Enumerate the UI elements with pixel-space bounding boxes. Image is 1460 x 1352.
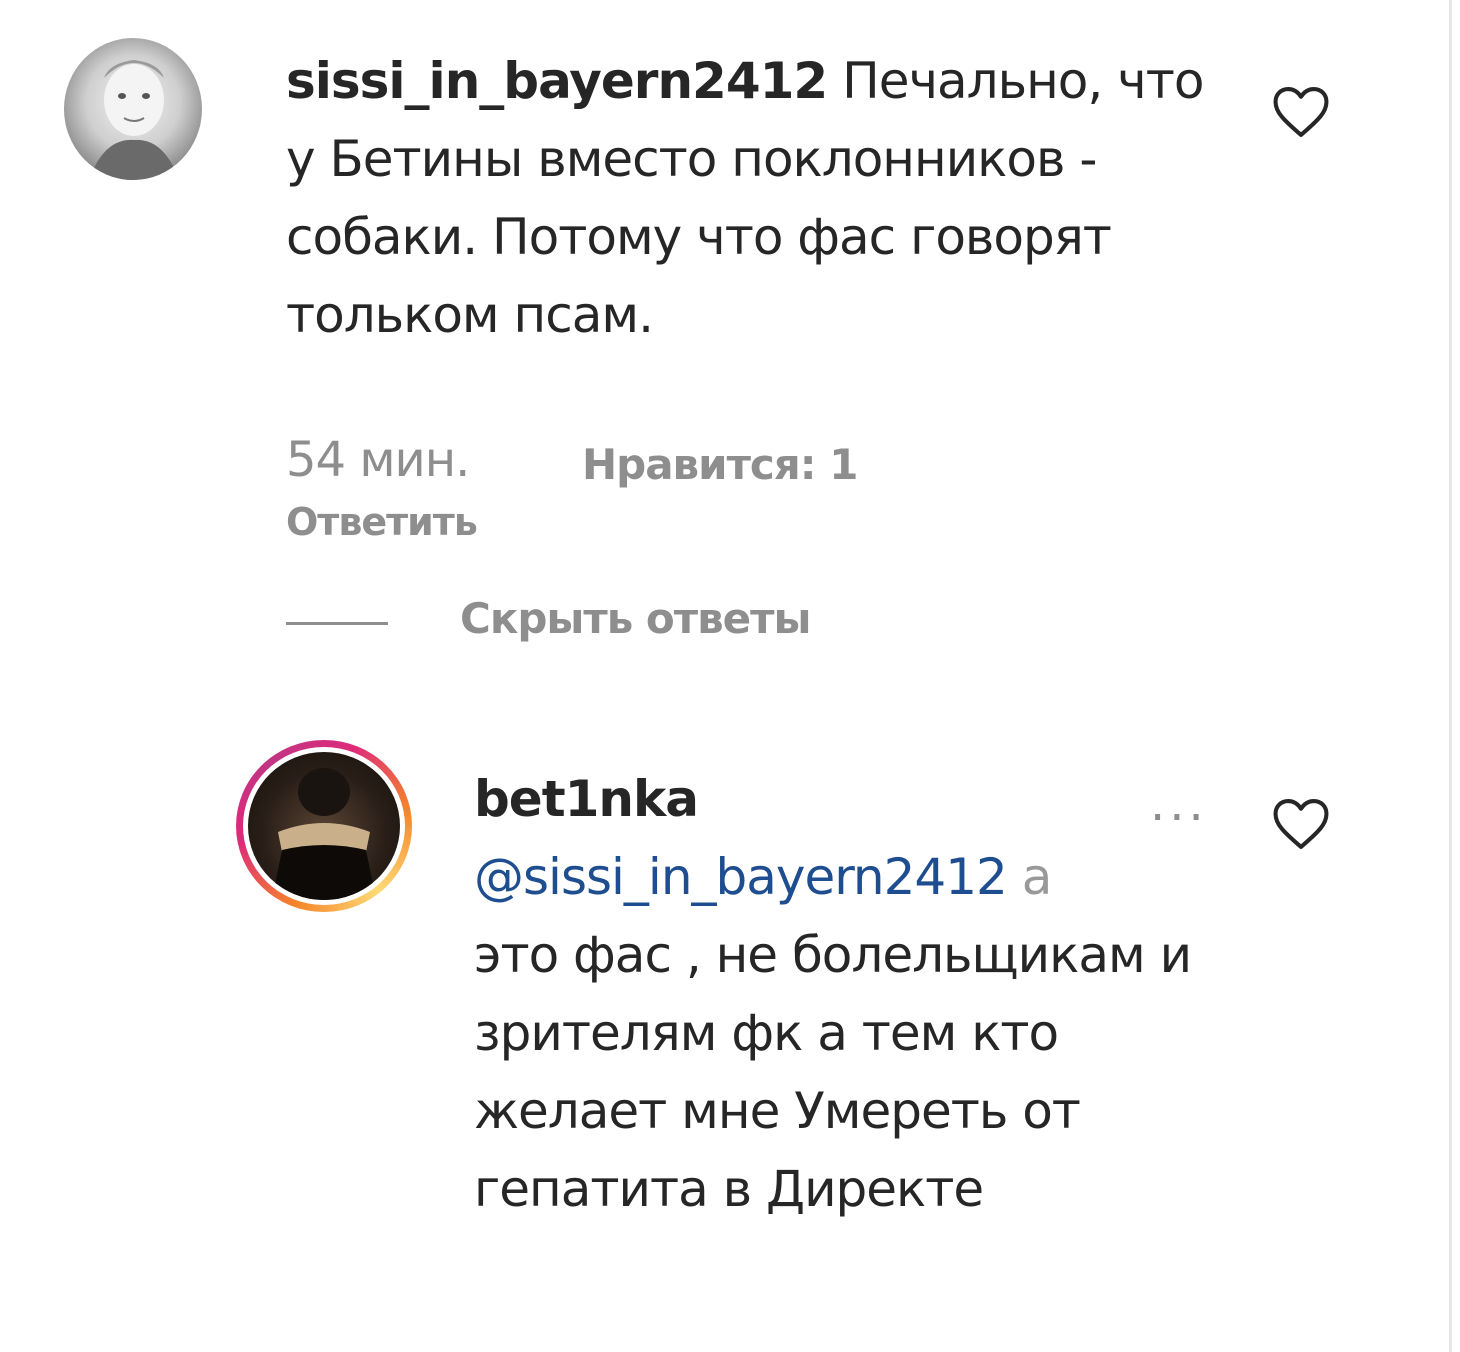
comment-likes[interactable]: Нравится: 1 bbox=[582, 440, 858, 489]
heart-outline-icon[interactable] bbox=[1270, 84, 1332, 140]
commenter-avatar[interactable] bbox=[64, 38, 202, 180]
hide-replies-divider bbox=[286, 622, 388, 625]
avatar-portrait-icon bbox=[89, 60, 179, 180]
right-border bbox=[1449, 0, 1452, 1352]
heart-outline-icon[interactable] bbox=[1270, 796, 1332, 852]
reply-button[interactable]: Ответить bbox=[286, 500, 478, 544]
comment-time[interactable]: 54 мин. bbox=[286, 432, 470, 488]
reply-body: bet1nka @sissi_in_bayern2412 а это фас , н… bbox=[474, 760, 1234, 1228]
more-options-icon[interactable]: ··· bbox=[1150, 790, 1208, 846]
reply-avatar[interactable] bbox=[248, 752, 400, 900]
hide-replies-button[interactable]: Скрыть ответы bbox=[460, 594, 811, 643]
reply-username[interactable]: bet1nka bbox=[474, 770, 699, 828]
reply-text: это фас , не болельщикам и зрителям фк а… bbox=[474, 926, 1192, 1218]
comment-body: sissi_in_bayern2412 Печально, что у Бети… bbox=[286, 42, 1206, 354]
story-ring[interactable] bbox=[236, 740, 412, 912]
avatar-portrait-icon bbox=[272, 768, 376, 900]
reply-mention[interactable]: @sissi_in_bayern2412 bbox=[474, 848, 1008, 906]
reply-cut-char: а bbox=[1021, 848, 1053, 906]
comment-username[interactable]: sissi_in_bayern2412 bbox=[286, 52, 828, 110]
